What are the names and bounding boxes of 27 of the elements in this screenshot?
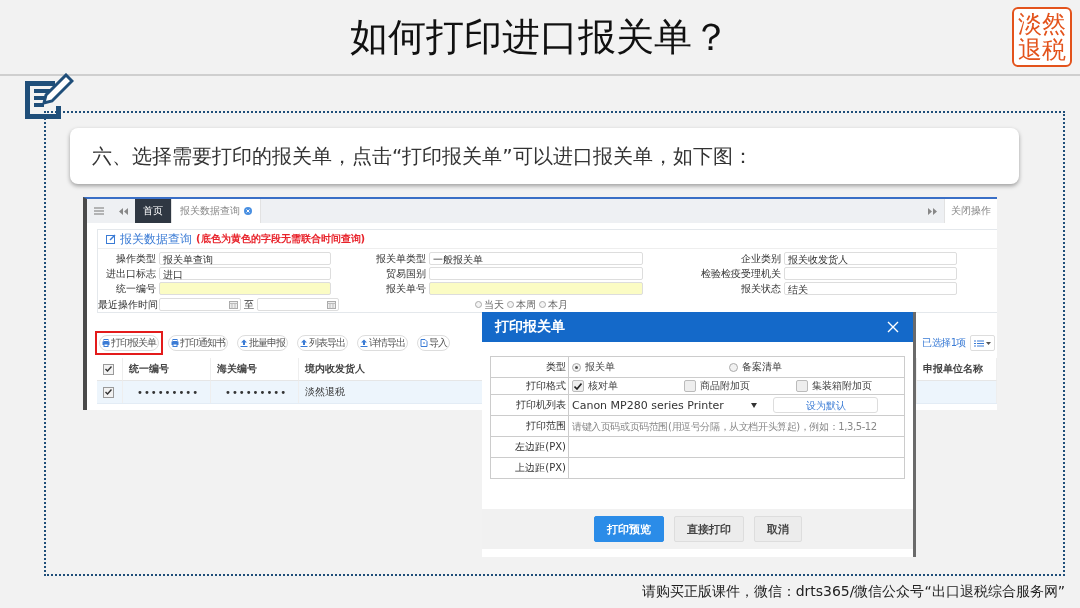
field-label: 进出口标志 [105,267,156,280]
field-label: 类型 [491,357,569,378]
dialog-title: 打印报关单 [495,318,565,336]
field-label: 打印机列表 [491,395,569,416]
field-label: 操作类型 [115,252,156,265]
table-cell: ••••••••• [211,381,299,403]
table-cell: ••••••••• [123,381,211,403]
field-label: 贸易国别 [385,267,426,280]
panel-title: 报关数据查询 [120,230,192,248]
field-label: 最近操作时间 [98,298,156,311]
field-label: 报关单号 [385,282,426,295]
field-label: 企业类别 [740,252,781,265]
panel-note: (底色为黄色的字段无需联合时间查询) [196,232,366,246]
field-label: 报关单类型 [375,252,426,265]
slide-title: 如何打印进口报关单？ [350,14,730,60]
field-label: 打印范围 [491,416,569,437]
instruction-text: 六、选择需要打印的报关单，点击“打印报关单”可以进口报关单，如下图： [70,128,1019,184]
selection-count: 已选择1项 [922,336,966,350]
field-label: 检验检疫受理机关 [700,267,781,280]
field-label: 打印格式 [491,378,569,395]
field-label: 统一编号 [115,282,156,295]
field-label: 左边距(PX) [491,437,569,458]
field-label: 上边距(PX) [491,458,569,479]
field-label: 报关状态 [740,282,781,295]
stamp-logo: 淡然退税 [1012,6,1072,68]
footer-note: 请购买正版课件，微信：drts365/微信公众号“出口退税综合服务网” [641,583,1065,599]
range-separator: 至 [244,297,254,312]
